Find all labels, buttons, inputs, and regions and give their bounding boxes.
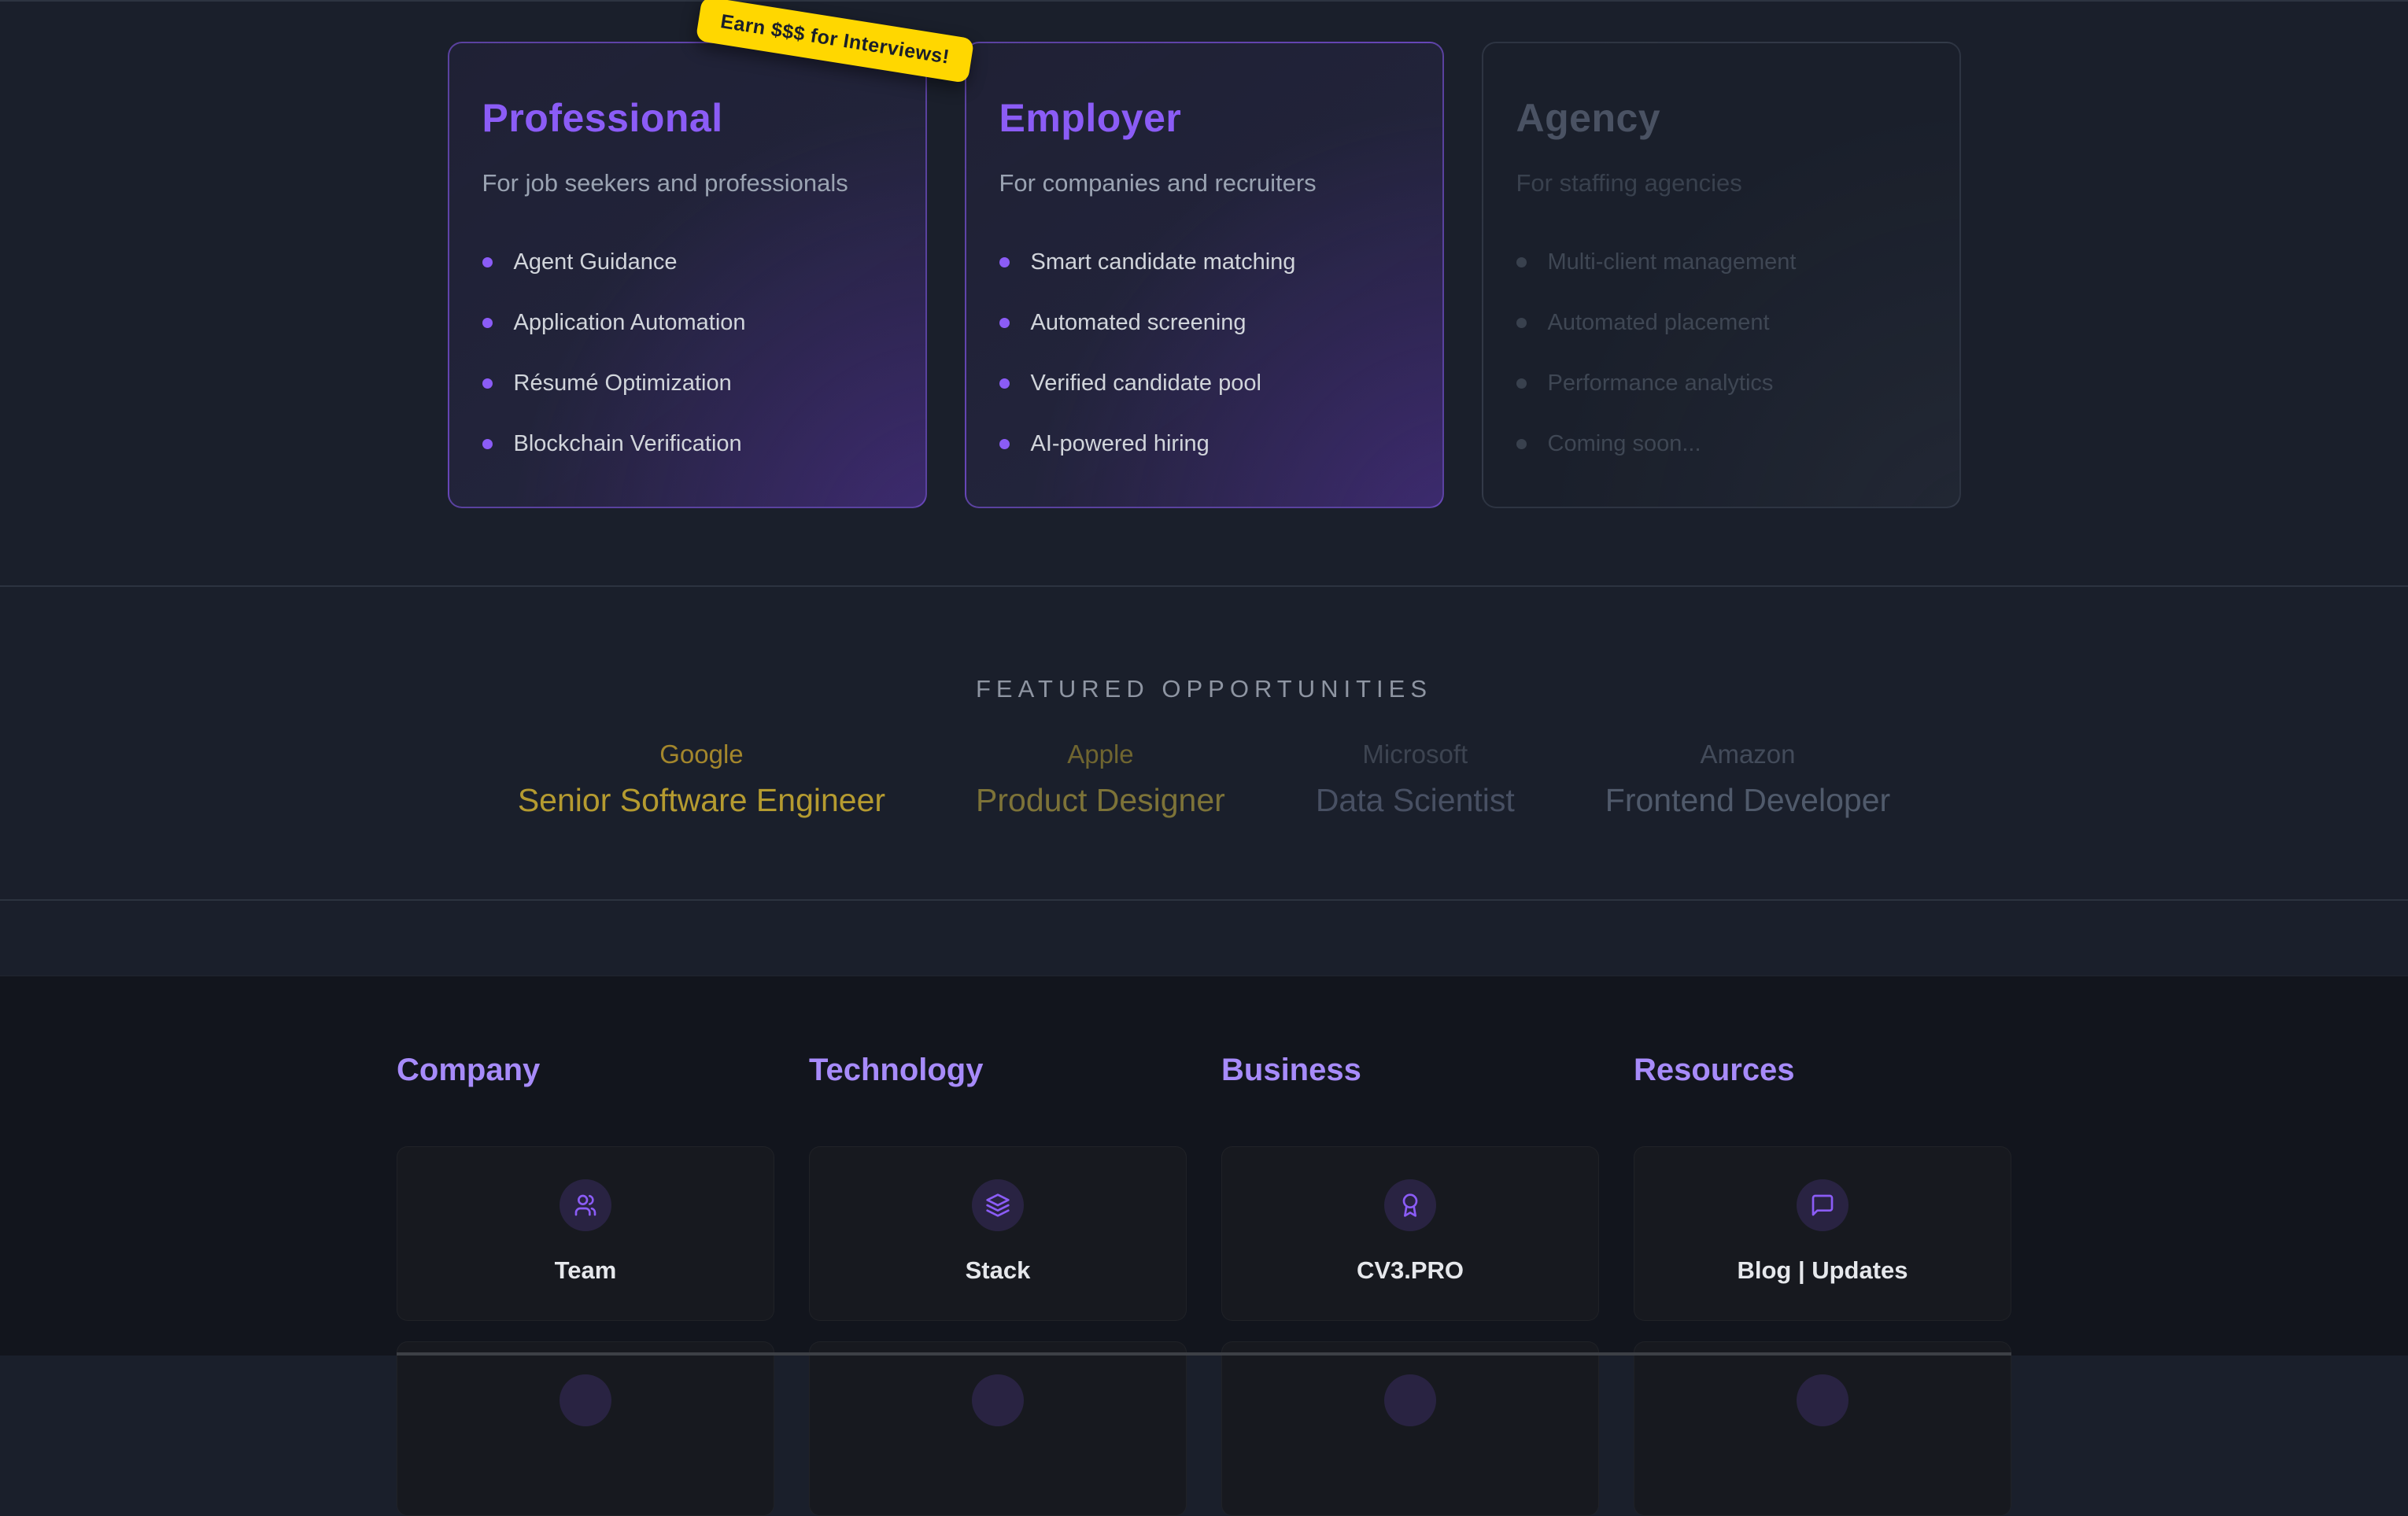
plan-title: Agency — [1516, 95, 1926, 141]
message-square-icon — [1797, 1179, 1848, 1231]
plan-feature-label: Smart candidate matching — [1031, 249, 1296, 275]
plan-feature-label: Blockchain Verification — [514, 431, 742, 457]
plan-title: Employer — [999, 95, 1409, 141]
bottom-cutoff-strip — [397, 1352, 2011, 1356]
plan-feature-label: Automated placement — [1548, 310, 1770, 336]
footer-card-label: Blog | Updates — [1737, 1256, 1908, 1285]
plan-feature: Automated screening — [999, 310, 1409, 336]
hidden-icon — [1797, 1374, 1848, 1426]
footer-grid: Company Technology Business Resources Te… — [397, 1053, 2011, 1516]
footer-card-label: Team — [555, 1256, 617, 1285]
bullet-dot-icon — [1516, 378, 1527, 389]
plan-feature-list: Multi-client management Automated placem… — [1516, 249, 1926, 457]
footer-card-partial[interactable] — [809, 1341, 1187, 1516]
bullet-dot-icon — [1516, 257, 1527, 267]
hidden-icon — [972, 1374, 1024, 1426]
featured-company: Apple — [976, 740, 1225, 769]
footer-card-partial[interactable] — [397, 1341, 774, 1516]
footer-card-blog[interactable]: Blog | Updates — [1634, 1146, 2011, 1321]
plan-subtitle: For job seekers and professionals — [482, 169, 892, 197]
hidden-icon — [560, 1374, 611, 1426]
plan-feature-list: Agent Guidance Application Automation Ré… — [482, 249, 892, 457]
plan-feature-label: Multi-client management — [1548, 249, 1797, 275]
plan-feature: Coming soon... — [1516, 431, 1926, 457]
featured-jobs-row: Google Senior Software Engineer Apple Pr… — [0, 740, 2408, 819]
plan-feature-label: Verified candidate pool — [1031, 371, 1261, 397]
featured-job-google[interactable]: Google Senior Software Engineer — [518, 740, 885, 819]
footer-heading-resources: Resources — [1634, 1053, 2011, 1088]
plan-feature-label: AI-powered hiring — [1031, 431, 1210, 457]
bullet-dot-icon — [482, 439, 493, 449]
featured-job-apple[interactable]: Apple Product Designer — [976, 740, 1225, 819]
layers-icon — [972, 1179, 1024, 1231]
site-footer: Company Technology Business Resources Te… — [0, 976, 2408, 1356]
footer-heading-technology: Technology — [809, 1053, 1187, 1088]
footer-card-team[interactable]: Team — [397, 1146, 774, 1321]
featured-job-microsoft[interactable]: Microsoft Data Scientist — [1316, 740, 1515, 819]
footer-card-partial[interactable] — [1221, 1341, 1599, 1516]
featured-job-title: Frontend Developer — [1605, 782, 1890, 819]
plan-card-professional[interactable]: Professional For job seekers and profess… — [448, 42, 927, 508]
plan-card-agency: Agency For staffing agencies Multi-clien… — [1482, 42, 1961, 508]
footer-heading-company: Company — [397, 1053, 774, 1088]
plans-section: Earn $$$ for Interviews! Professional Fo… — [0, 0, 2408, 585]
award-icon — [1384, 1179, 1436, 1231]
bullet-dot-icon — [482, 257, 493, 267]
bullet-dot-icon — [999, 439, 1010, 449]
footer-card-stack[interactable]: Stack — [809, 1146, 1187, 1321]
featured-company: Microsoft — [1316, 740, 1515, 769]
plan-feature-label: Application Automation — [514, 310, 746, 336]
featured-opportunities-section: FEATURED OPPORTUNITIES Google Senior Sof… — [0, 585, 2408, 899]
plan-feature: Agent Guidance — [482, 249, 892, 275]
plan-feature-label: Résumé Optimization — [514, 371, 732, 397]
footer-card-label: Stack — [966, 1256, 1031, 1285]
featured-company: Amazon — [1605, 740, 1890, 769]
plan-subtitle: For companies and recruiters — [999, 169, 1409, 197]
bullet-dot-icon — [1516, 318, 1527, 328]
bullet-dot-icon — [1516, 439, 1527, 449]
plan-feature: Application Automation — [482, 310, 892, 336]
bullet-dot-icon — [482, 318, 493, 328]
plan-feature-list: Smart candidate matching Automated scree… — [999, 249, 1409, 457]
plan-title: Professional — [482, 95, 892, 141]
plan-feature: Performance analytics — [1516, 371, 1926, 397]
featured-company: Google — [518, 740, 885, 769]
featured-heading: FEATURED OPPORTUNITIES — [0, 675, 2408, 703]
bullet-dot-icon — [482, 378, 493, 389]
bullet-dot-icon — [999, 318, 1010, 328]
plan-feature-label: Performance analytics — [1548, 371, 1774, 397]
plan-feature: Résumé Optimization — [482, 371, 892, 397]
plan-card-employer[interactable]: Employer For companies and recruiters Sm… — [965, 42, 1444, 508]
plan-subtitle: For staffing agencies — [1516, 169, 1926, 197]
featured-job-title: Data Scientist — [1316, 782, 1515, 819]
footer-card-partial[interactable] — [1634, 1341, 2011, 1516]
footer-heading-business: Business — [1221, 1053, 1599, 1088]
plan-feature-label: Automated screening — [1031, 310, 1246, 336]
plan-feature: AI-powered hiring — [999, 431, 1409, 457]
featured-job-amazon[interactable]: Amazon Frontend Developer — [1605, 740, 1890, 819]
plan-feature: Verified candidate pool — [999, 371, 1409, 397]
plan-feature: Blockchain Verification — [482, 431, 892, 457]
bullet-dot-icon — [999, 378, 1010, 389]
featured-job-title: Senior Software Engineer — [518, 782, 885, 819]
bullet-dot-icon — [999, 257, 1010, 267]
plan-feature-label: Coming soon... — [1548, 431, 1701, 457]
featured-job-title: Product Designer — [976, 782, 1225, 819]
section-spacer — [0, 899, 2408, 976]
plan-feature: Smart candidate matching — [999, 249, 1409, 275]
plan-feature-label: Agent Guidance — [514, 249, 678, 275]
users-icon — [560, 1179, 611, 1231]
plan-feature: Multi-client management — [1516, 249, 1926, 275]
footer-card-label: CV3.PRO — [1357, 1256, 1464, 1285]
hidden-icon — [1384, 1374, 1436, 1426]
footer-card-cv3pro[interactable]: CV3.PRO — [1221, 1146, 1599, 1321]
plan-feature: Automated placement — [1516, 310, 1926, 336]
plans-row: Professional For job seekers and profess… — [0, 2, 2408, 508]
